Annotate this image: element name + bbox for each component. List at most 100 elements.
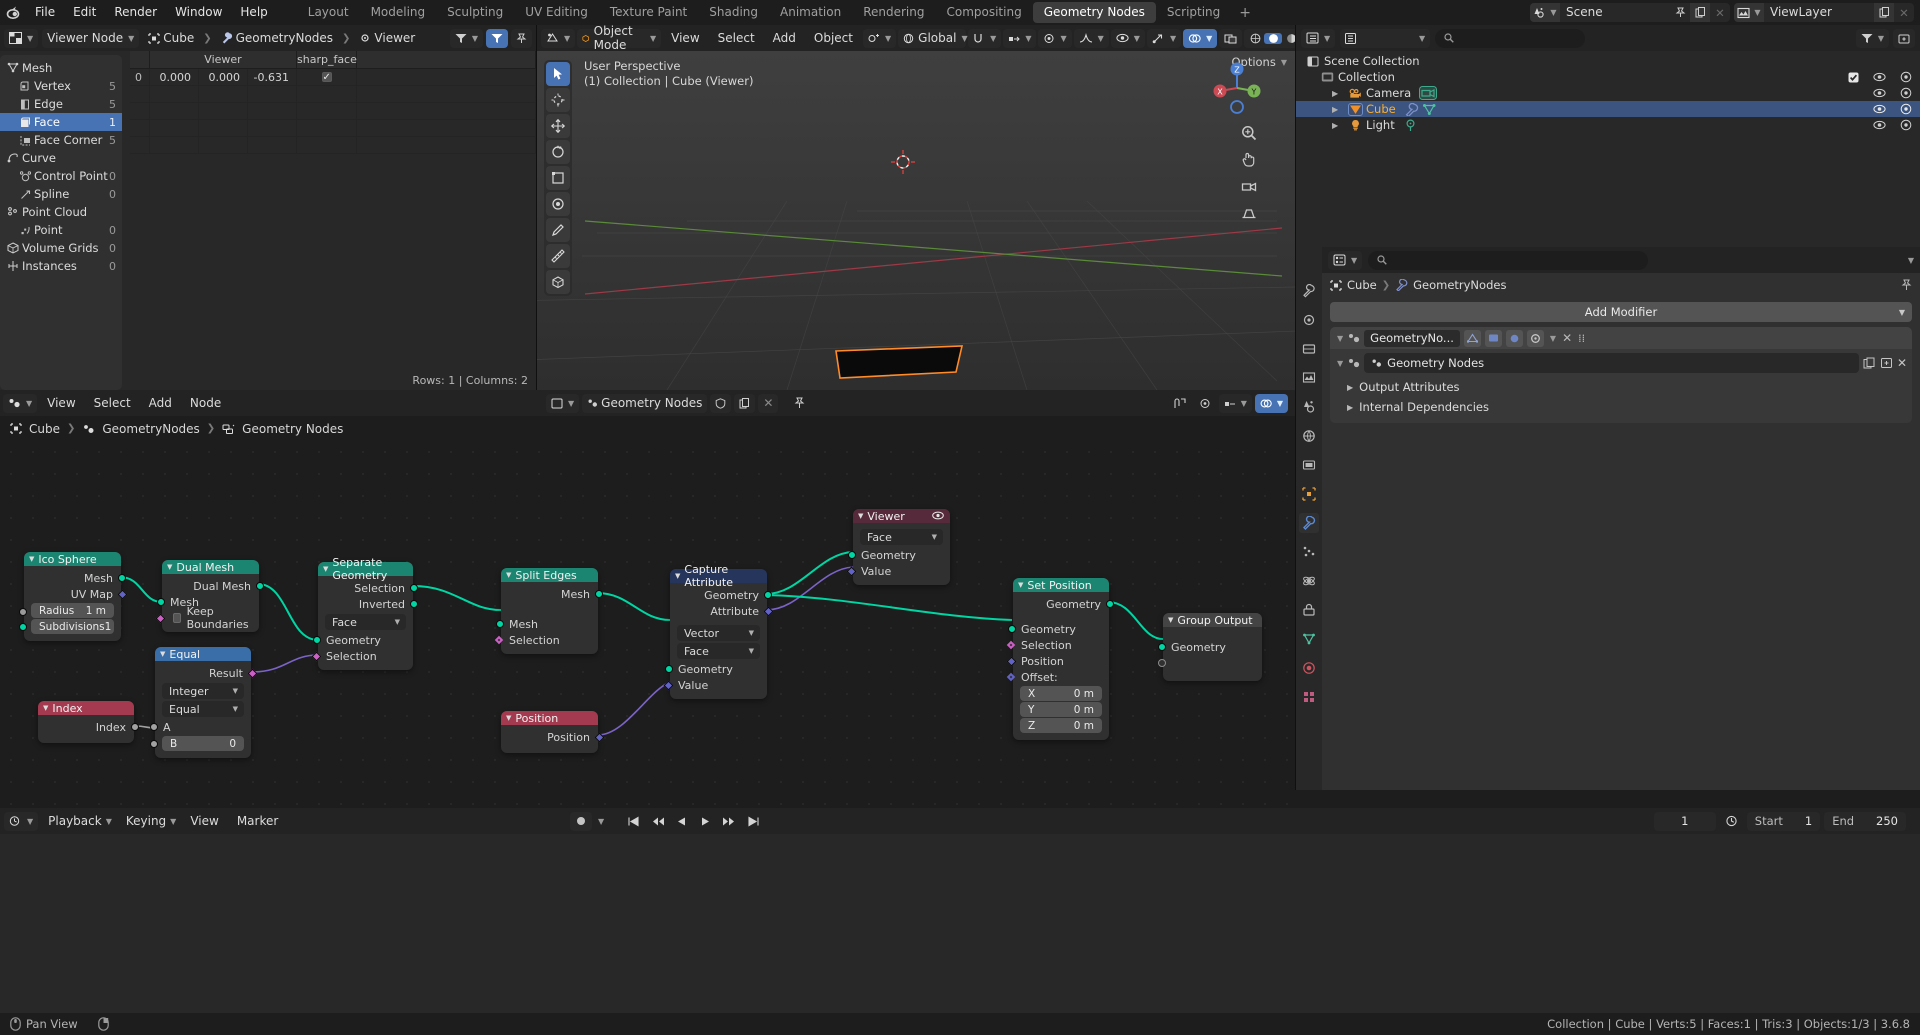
play-reverse-button[interactable] [671,812,693,831]
socket-row[interactable]: Geometry [1013,596,1114,612]
spreadsheet-modifier-crumb[interactable]: GeometryNodes [216,29,338,48]
modifier-icon[interactable] [1404,102,1419,116]
workspace-tab-sculpting[interactable]: Sculpting [436,2,514,23]
material-preview-icon[interactable] [1282,33,1295,44]
editor-type-selector[interactable]: ▼ [4,28,39,48]
dataset-row-point-cloud[interactable]: Point Cloud [0,203,122,221]
socket-row[interactable]: Index [38,719,139,735]
eye-icon[interactable] [932,511,944,520]
dataset-row-face-corner[interactable]: Face Corner 5 [0,131,122,149]
timeline-menu-keying[interactable]: Keying [118,808,174,834]
zoom-view-icon[interactable] [1239,123,1259,143]
node-header[interactable]: ▼ Split Edges [501,568,598,582]
dataset-row-volume-grids[interactable]: Volume Grids 0 [0,239,122,257]
previous-keyframe-button[interactable] [646,812,670,831]
use-preview-range-icon[interactable] [1720,812,1743,831]
add-workspace-button[interactable]: + [1231,5,1259,21]
socket-row[interactable]: Value [846,563,950,579]
socket-row[interactable]: Attribute [670,603,774,619]
socket-row[interactable]: A [150,719,251,735]
workspace-tab-geometry-nodes[interactable]: Geometry Nodes [1032,2,1156,23]
dataset-row-mesh[interactable]: Mesh [0,59,122,77]
workspace-tab-texture-paint[interactable]: Texture Paint [599,2,698,23]
xray-toggle[interactable] [1219,28,1243,48]
solid-shading-icon[interactable] [1264,32,1283,44]
outliner-row-camera[interactable]: ▶ Camera [1296,85,1920,101]
current-frame-field[interactable]: 1 [1653,811,1716,831]
socket-row[interactable]: UV Map [24,586,128,602]
scene-selector[interactable]: ▼ Scene ✕ [1530,3,1730,22]
modifier-name-field[interactable]: GeometryNo... [1364,329,1460,347]
timeline-editor-type[interactable]: ▼ [4,811,39,831]
scale-tool[interactable] [546,166,570,190]
outliner-search-input[interactable] [1435,28,1586,48]
collection-exclude-checkbox[interactable] [1848,72,1859,83]
proportional-edit-icon[interactable]: ▼ [1038,28,1072,48]
node-field-offset-z[interactable]: Z 0 m [1020,718,1102,733]
realtime-display-icon[interactable] [1484,329,1502,347]
socket-row[interactable]: Selection [1006,637,1109,653]
eye-icon[interactable] [1873,120,1886,130]
start-frame-field[interactable]: Start 1 [1746,811,1821,831]
menu-window[interactable]: Window [166,0,231,25]
eye-icon[interactable] [1873,88,1886,98]
spreadsheet-object-crumb[interactable]: Cube [143,29,199,48]
node-equal[interactable]: ▼ Equal Result Integer ▼ Equal ▼ A B0 [150,647,258,758]
modifier-extras-chevron[interactable]: ▼ [1550,334,1556,343]
outliner-editor-type[interactable]: ▼ [1301,28,1336,48]
viewlayer-tab[interactable] [1299,368,1319,388]
node-field-subdivisions[interactable]: Subdivisions 1 [31,619,114,634]
outliner-row-cube[interactable]: ▶ Cube [1296,101,1920,117]
column-header-viewer[interactable]: Viewer [150,51,297,68]
camera-render-icon[interactable] [1900,71,1912,83]
node-dropdown-domain[interactable]: Face ▼ [677,643,760,659]
spreadsheet-pin-icon[interactable] [511,28,532,48]
viewport-menu-object[interactable]: Object [806,25,861,51]
outliner-row-scene-collection[interactable]: Scene Collection [1296,53,1920,69]
dataset-row-vertex[interactable]: Vertex 5 [0,77,122,95]
node-dropdown-domain[interactable]: Face ▼ [325,614,406,630]
snap-node-icon[interactable] [1169,394,1191,413]
node-header[interactable]: ▼ Index [38,701,134,715]
dataset-row-face[interactable]: Face 1 [0,113,122,131]
light-data-icon[interactable] [1403,118,1418,132]
new-node-group-icon[interactable] [1863,357,1876,369]
socket-row[interactable]: Keep Boundaries [155,605,259,631]
properties-options-chevron[interactable]: ▼ [1908,256,1914,265]
pin-scene-icon[interactable] [1670,3,1690,22]
node-group-field[interactable]: Geometry Nodes [1364,353,1859,373]
rotate-tool[interactable] [546,140,570,164]
node-field-offset-y[interactable]: Y 0 m [1020,702,1102,717]
constraints-tab[interactable] [1299,600,1319,620]
keep-boundaries-checkbox[interactable] [173,613,181,623]
move-tool[interactable] [546,114,570,138]
workspace-tab-compositing[interactable]: Compositing [935,2,1032,23]
close-icon[interactable]: ✕ [1562,331,1572,345]
physics-tab[interactable] [1299,571,1319,591]
node-pin-icon[interactable] [789,394,810,413]
spreadsheet-filter-icon[interactable]: ▼ [449,28,483,48]
node-position[interactable]: ▼ Position Position [501,711,605,753]
viewport-display-icon[interactable] [1526,329,1544,347]
camera-data-icon[interactable] [1419,86,1438,100]
node-tree-name-field[interactable]: Geometry Nodes [582,393,708,413]
texture-tab[interactable] [1299,687,1319,707]
node-separate-geometry[interactable]: ▼ Separate Geometry Selection Inverted Fa… [311,556,418,670]
tweak-tool[interactable] [546,62,570,86]
dataset-row-curve[interactable]: Curve [0,149,122,167]
node-group-chevron[interactable]: ▼ [1337,359,1343,368]
node-breadcrumb-modifier[interactable]: GeometryNodes [102,422,199,436]
expand-triangle-icon[interactable]: ▶ [1332,89,1346,98]
properties-pin-icon[interactable] [1901,279,1912,291]
socket-row[interactable]: Inverted [318,596,418,612]
eye-icon[interactable] [1873,72,1886,82]
node-capture-attribute[interactable]: ▼ Capture Attribute Geometry Attribute Ve… [663,563,774,699]
falloff-curve-icon[interactable]: ▼ [1073,28,1109,48]
dataset-row-edge[interactable]: Edge 5 [0,95,122,113]
socket-row[interactable]: Geometry [848,547,950,563]
spreadsheet-filter-toggle[interactable] [486,28,508,48]
spreadsheet-node-crumb[interactable]: Viewer [354,29,420,48]
node-menu-view[interactable]: View [39,390,83,416]
column-header-sharpface[interactable]: sharp_face [297,51,357,68]
data-tab[interactable] [1299,629,1319,649]
